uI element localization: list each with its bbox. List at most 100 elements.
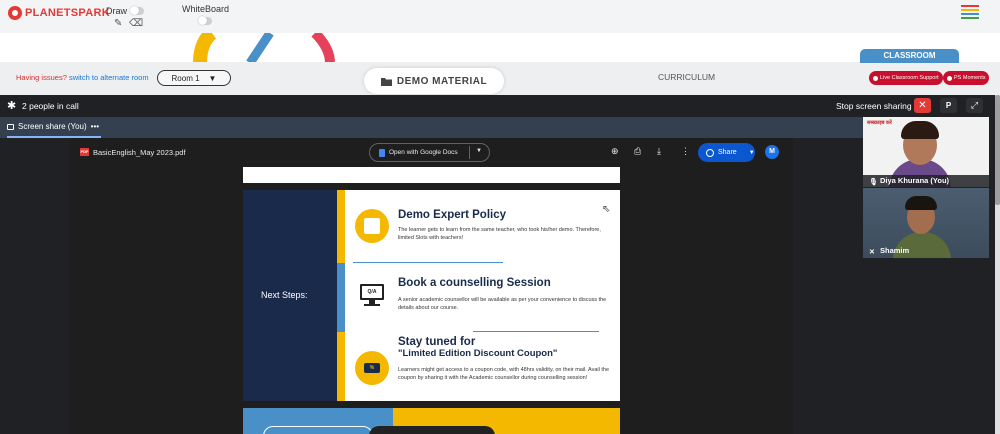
caret-down-icon[interactable]: ▼ [476,148,482,154]
whiteboard-label: WhiteBoard [182,4,230,14]
decorative-banner [0,33,1000,63]
classroom-tab[interactable]: CLASSROOM [860,49,959,63]
eraser-icon[interactable]: ⌫ [129,18,143,29]
issues-notice: Having issues? switch to alternate room [16,73,149,82]
slide-item-title: Stay tuned for [398,336,476,348]
app-root: PLANETSPARK Draw ✎ ⌫ WhiteBoard Having i… [0,0,1000,434]
ps-moments-label: PS Moments [954,75,986,81]
participant-name: ✕ Shamim [863,245,989,257]
caret-down-icon: ▼ [208,73,217,83]
live-support-label: Live Classroom Support [880,75,939,81]
live-support-button[interactable]: Live Classroom Support [869,71,943,85]
meeting-area: ✱ 2 people in call Stop screen sharing ✕… [0,95,995,434]
support-icon [873,75,878,81]
brand-logo-icon [8,6,22,20]
menu-hamburger-icon[interactable] [961,5,979,21]
demo-material-button[interactable]: DEMO MATERIAL [364,68,504,94]
screen-icon [7,123,14,130]
pdf-viewer: PDF BasicEnglish_May 2023.pdf Open with … [70,138,793,434]
background-sign: सब्स्क्राइब करें [867,120,892,126]
brand-logo[interactable]: PLANETSPARK [8,6,110,20]
monitor-qa-icon: Q/A [360,284,384,300]
participant-tile[interactable]: सब्स्क्राइब करें 🎙 Diya Khurana (You) [863,117,989,187]
pdf-file-name: BasicEnglish_May 2023.pdf [93,148,186,157]
menu-line [961,13,979,15]
ps-moments-button[interactable]: PS Moments [943,71,990,85]
account-avatar[interactable]: M [765,145,779,159]
draw-label: Draw [106,6,128,16]
stop-sharing-button[interactable]: ✕ [914,98,931,113]
slide-item-body: Learners might get access to a coupon co… [398,367,610,381]
pip-button[interactable]: P [940,98,957,113]
share-label: Share [718,149,737,156]
mic-muted-icon: ✕ [869,249,875,256]
participant-tile[interactable]: ✕ Shamim [863,188,989,258]
moments-icon [947,75,952,81]
call-bar: ✱ 2 people in call Stop screen sharing ✕… [0,95,995,117]
pdf-file-icon: PDF [80,148,89,156]
coupon-ticket-icon: % [364,363,380,373]
scrollbar-thumb[interactable] [995,95,1000,205]
globe-icon [706,148,714,157]
expand-icon[interactable]: ⤢ [966,98,983,113]
slide-item-title: Demo Expert Policy [398,209,507,221]
page-shape [369,426,495,434]
add-to-drive-icon[interactable]: ⊕ [611,146,619,157]
open-with-docs-button[interactable]: Open with Google Docs ▼ [369,143,490,162]
open-with-docs-label: Open with Google Docs [389,149,458,156]
stop-sharing-label: Stop screen sharing [836,101,912,111]
next-pdf-page [243,408,620,434]
accent-strip [337,190,345,263]
print-icon[interactable]: ⎙ [634,146,641,157]
policy-icon [355,209,389,243]
draw-toggle[interactable] [130,6,144,15]
room-select[interactable]: Room 1 ▼ [157,70,231,86]
grid-icon [364,218,380,234]
more-vert-icon[interactable]: ⋮ [681,146,690,157]
download-icon[interactable]: ⤓ [657,146,661,157]
alternate-room-link[interactable]: switch to alternate room [69,73,149,82]
participant-panel: सब्स्क्राइब करें 🎙 Diya Khurana (You) ✕ … [863,117,995,434]
page-shape [263,426,373,434]
demo-material-label: DEMO MATERIAL [396,75,488,87]
folder-icon [380,77,392,86]
share-button[interactable]: Share ▼ [698,143,755,162]
curriculum-tab[interactable]: CURRICULUM [658,72,715,82]
screen-share-tab[interactable]: Screen share (You) ••• [7,122,99,131]
screen-share-label: Screen share (You) [18,122,87,131]
caret-down-icon[interactable]: ▼ [749,150,755,156]
slide-item-subtitle: "Limited Edition Discount Coupon" [398,348,558,359]
pdf-slide-page: Next Steps: Demo Expert Policy The learn… [243,190,620,401]
monitor-base [364,304,380,306]
accent-strip [337,332,345,401]
menu-line [961,9,979,11]
participant-name-text: Shamim [880,246,910,255]
more-options-icon[interactable]: ••• [91,122,99,131]
gear-icon[interactable]: ✱ [7,99,16,112]
participant-name-text: Diya Khurana (You) [880,176,950,185]
video-figure [905,196,937,210]
video-figure [901,121,939,139]
slide-item-body: The learner gets to learn from the same … [398,227,601,241]
next-steps-heading: Next Steps: [261,290,308,300]
slide-divider [353,262,503,263]
top-header: PLANETSPARK Draw ✎ ⌫ WhiteBoard [0,0,1000,33]
brand-name: PLANETSPARK [25,7,110,19]
slide-divider [473,331,599,332]
pencil-icon[interactable]: ✎ [114,18,122,29]
issues-text: Having issues? [16,73,67,82]
whiteboard-toggle[interactable] [198,16,212,25]
room-select-value: Room 1 [171,73,200,83]
share-tab-bar: Screen share (You) ••• [0,117,863,138]
shared-screen: PDF BasicEnglish_May 2023.pdf Open with … [0,138,863,434]
mic-icon: 🎙 [869,179,878,186]
coupon-icon: % [355,351,389,385]
slide-item-body: A senior academic counsellor will be ava… [398,297,607,311]
people-count: 2 people in call [22,101,79,111]
button-divider [469,146,470,159]
participant-name: 🎙 Diya Khurana (You) [863,175,989,187]
mouse-cursor-icon: ⇖ [602,204,611,215]
pdf-toolbar: PDF BasicEnglish_May 2023.pdf Open with … [70,138,793,166]
previous-page-tail [243,167,620,183]
page-scrollbar[interactable] [995,95,1000,434]
